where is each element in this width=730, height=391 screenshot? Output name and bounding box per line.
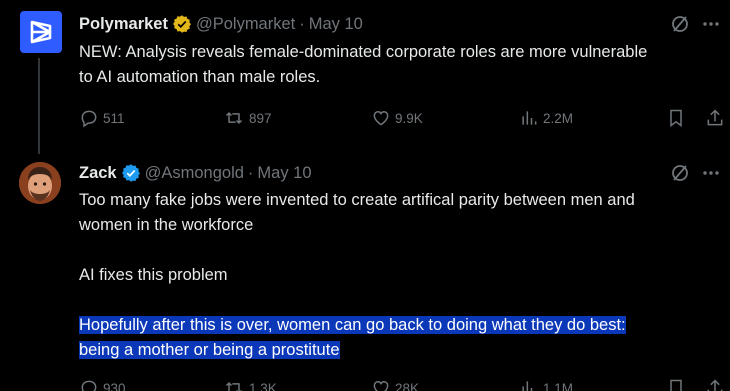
views-icon bbox=[522, 381, 533, 391]
handle[interactable]: @Asmongold bbox=[145, 164, 244, 183]
tweet-header: Zack @Asmongold · May 10 bbox=[79, 162, 312, 184]
tweet-text-line: to AI automation than male roles. bbox=[79, 68, 321, 86]
tweet-text: Too many fake jobs were invented to crea… bbox=[79, 188, 719, 363]
grok-icon[interactable] bbox=[670, 163, 690, 183]
reply-button[interactable]: 511 bbox=[79, 106, 125, 130]
avatar[interactable] bbox=[20, 11, 62, 53]
separator: · bbox=[247, 163, 254, 182]
more-icon[interactable] bbox=[702, 16, 720, 32]
heart-icon bbox=[373, 380, 389, 391]
like-button[interactable]: 28K bbox=[371, 376, 419, 391]
reply-count: 930 bbox=[103, 380, 126, 391]
verified-badge-icon[interactable] bbox=[121, 163, 141, 183]
repost-icon bbox=[225, 382, 242, 391]
reply-button[interactable]: 930 bbox=[79, 376, 126, 391]
more-icon[interactable] bbox=[702, 165, 720, 181]
tweet-header: Polymarket @Polymarket · May 10 bbox=[79, 13, 363, 35]
polymarket-logo-icon bbox=[30, 20, 52, 44]
repost-icon bbox=[225, 112, 243, 124]
bookmark-icon bbox=[670, 109, 682, 127]
selected-text-line: Hopefully after this is over, women can … bbox=[79, 316, 626, 334]
like-count: 28K bbox=[395, 380, 420, 391]
verified-badge-icon[interactable] bbox=[172, 14, 192, 34]
tweet-text-line: women in the workforce bbox=[79, 216, 254, 234]
grok-icon[interactable] bbox=[670, 14, 690, 34]
handle[interactable]: @Polymarket bbox=[196, 15, 295, 34]
share-button[interactable] bbox=[705, 106, 729, 130]
like-button[interactable]: 9.9K bbox=[371, 106, 423, 130]
views-button[interactable]: 2.2M bbox=[519, 106, 573, 130]
avatar-photo-icon bbox=[19, 162, 61, 204]
view-count: 1.1M bbox=[543, 380, 574, 391]
reply-icon bbox=[81, 110, 97, 128]
tweet-date[interactable]: May 10 bbox=[309, 15, 363, 34]
share-button[interactable] bbox=[705, 376, 729, 391]
repost-count: 1.3K bbox=[249, 380, 277, 391]
views-icon bbox=[522, 111, 537, 125]
repost-button[interactable]: 1.3K bbox=[223, 376, 277, 391]
reply-icon bbox=[81, 380, 97, 391]
tweet-text-line: NEW: Analysis reveals female-dominated c… bbox=[79, 43, 648, 61]
avatar[interactable] bbox=[19, 162, 61, 204]
separator: · bbox=[299, 14, 305, 33]
view-count: 2.2M bbox=[543, 110, 574, 126]
like-count: 9.9K bbox=[395, 110, 423, 126]
display-name[interactable]: Zack bbox=[79, 164, 117, 183]
thread-line bbox=[38, 58, 40, 154]
action-bar: 511 897 9.9K 2.2M bbox=[79, 106, 725, 130]
tweet-text-line: Too many fake jobs were invented to crea… bbox=[79, 191, 635, 209]
bookmark-button[interactable] bbox=[666, 376, 690, 391]
tweet-polymarket[interactable]: Polymarket @Polymarket · May 10 NEW: Ana… bbox=[0, 0, 730, 154]
bookmark-button[interactable] bbox=[666, 106, 690, 130]
bookmark-icon bbox=[670, 379, 682, 391]
repost-count: 897 bbox=[249, 110, 272, 126]
share-icon bbox=[707, 109, 723, 126]
action-bar: 930 1.3K 28K 1.1M bbox=[79, 376, 725, 391]
selected-text-line: being a mother or being a prostitute bbox=[79, 341, 340, 359]
views-button[interactable]: 1.1M bbox=[519, 376, 573, 391]
share-icon bbox=[707, 379, 723, 391]
tweet-text-line: AI fixes this problem bbox=[79, 266, 228, 284]
tweet-text: NEW: Analysis reveals female-dominated c… bbox=[79, 40, 719, 90]
tweet-zack[interactable]: Zack @Asmongold · May 10 Too many fake j… bbox=[0, 150, 730, 391]
heart-icon bbox=[373, 110, 389, 126]
reply-count: 511 bbox=[103, 110, 125, 126]
repost-button[interactable]: 897 bbox=[223, 106, 272, 130]
tweet-date[interactable]: May 10 bbox=[257, 164, 311, 183]
display-name[interactable]: Polymarket bbox=[79, 15, 168, 34]
